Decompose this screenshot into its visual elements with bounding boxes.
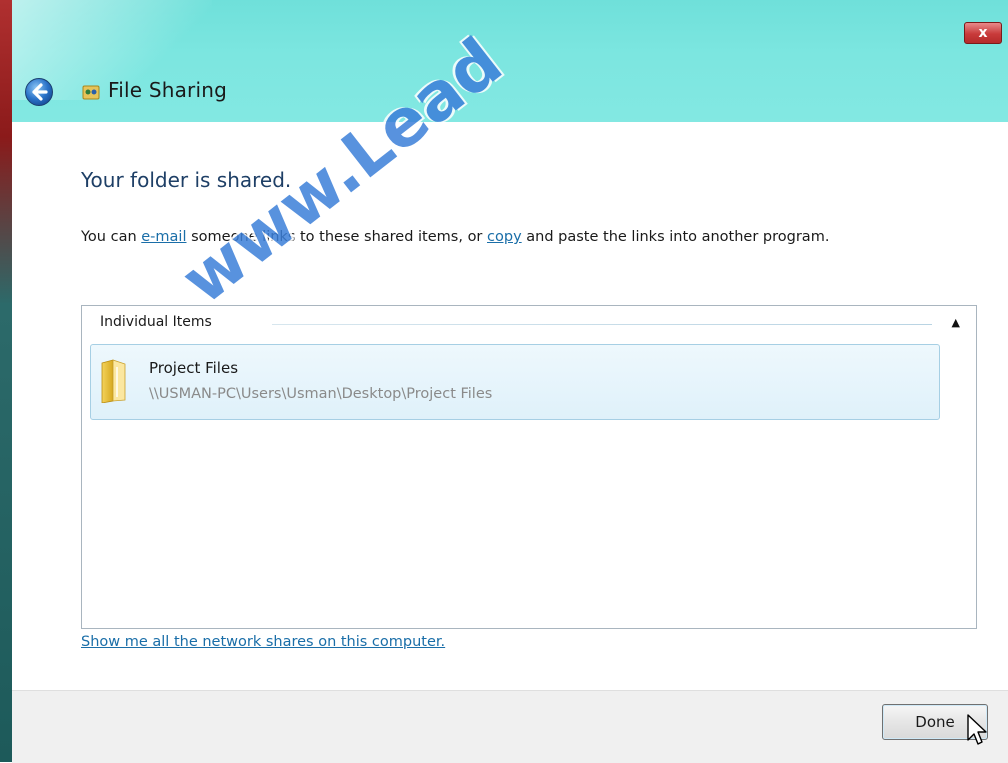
network-shares-link-wrapper: Show me all the network shares on this c…: [81, 634, 445, 650]
group-header-divider: [272, 324, 932, 325]
item-name: Project Files: [149, 359, 239, 377]
copy-link[interactable]: copy: [487, 229, 522, 245]
desc-text-3: and paste the links into another program…: [521, 229, 830, 245]
list-item[interactable]: Project Files \\USMAN-PC\Users\Usman\Des…: [90, 344, 940, 420]
item-path: \\USMAN-PC\Users\Usman\Desktop\Project F…: [149, 386, 493, 402]
group-header-individual-items[interactable]: Individual Items: [100, 314, 212, 330]
file-sharing-dialog: x File Sharing Your folder is shared. Yo…: [12, 0, 1008, 763]
close-icon: x: [978, 25, 988, 41]
dialog-footer: [12, 690, 1008, 763]
folder-icon: [101, 359, 126, 403]
close-button[interactable]: x: [964, 22, 1002, 44]
back-arrow-icon[interactable]: [24, 77, 54, 107]
collapse-chevron-icon[interactable]: ▲: [952, 316, 960, 329]
mouse-cursor-icon: [967, 714, 987, 745]
desc-text-2: someone links to these shared items, or: [186, 229, 488, 245]
network-shares-link[interactable]: Show me all the network shares on this c…: [81, 634, 445, 650]
shared-items-list[interactable]: Individual Items ▲ Project Files \\USMAN…: [81, 305, 977, 629]
title-bar: x File Sharing: [12, 0, 1008, 122]
desc-text-1: You can: [81, 229, 142, 245]
share-description: You can e-mail someone links to these sh…: [81, 229, 829, 245]
background-window-edge: [0, 0, 12, 762]
window-title: File Sharing: [108, 78, 228, 102]
file-sharing-icon: [82, 85, 100, 100]
page-heading: Your folder is shared.: [81, 168, 292, 192]
email-link[interactable]: e-mail: [141, 229, 186, 245]
